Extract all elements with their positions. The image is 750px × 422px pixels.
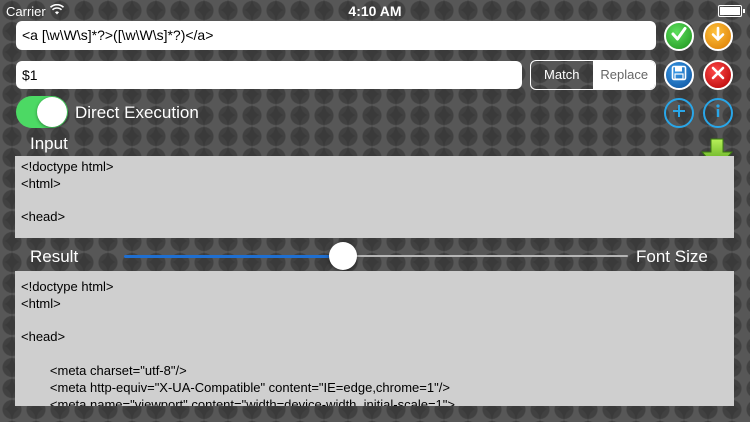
toggle-knob <box>37 97 67 127</box>
font-size-label: Font Size <box>636 247 708 266</box>
slider-track-filled <box>124 255 343 258</box>
load-button[interactable] <box>703 21 733 51</box>
battery-icon <box>718 5 745 17</box>
input-label: Input <box>30 134 68 153</box>
mode-segmented-control: Match Replace <box>530 60 656 90</box>
status-bar: Carrier 4:10 AM <box>0 0 750 22</box>
save-button[interactable] <box>664 60 694 90</box>
check-icon <box>671 26 687 47</box>
execute-button[interactable] <box>664 21 694 51</box>
input-textarea[interactable]: <!doctype html> <html> <head> <box>15 156 734 238</box>
slider-track-empty <box>342 255 628 257</box>
plus-icon <box>671 103 687 124</box>
slider-thumb[interactable] <box>328 242 357 270</box>
info-icon <box>710 103 726 124</box>
result-textarea[interactable]: <!doctype html> <html> <head> <meta char… <box>15 271 734 406</box>
replace-segment[interactable]: Replace <box>593 61 655 89</box>
result-label: Result <box>30 247 79 266</box>
close-icon <box>711 66 725 85</box>
direct-execution-toggle[interactable] <box>16 96 68 128</box>
info-button[interactable] <box>703 98 733 128</box>
font-size-slider[interactable] <box>124 242 628 270</box>
add-button[interactable] <box>664 98 694 128</box>
arrow-down-icon <box>710 26 726 47</box>
direct-execution-label: Direct Execution <box>75 103 199 122</box>
status-time: 4:10 AM <box>348 3 402 19</box>
replacement-input[interactable]: $1 <box>16 61 522 89</box>
clear-button[interactable] <box>703 60 733 90</box>
match-segment[interactable]: Match <box>531 61 594 89</box>
floppy-disk-icon <box>671 65 687 86</box>
regex-input[interactable]: <a [\w\W\s]*?>([\w\W\s]*?)</a> <box>16 21 656 50</box>
